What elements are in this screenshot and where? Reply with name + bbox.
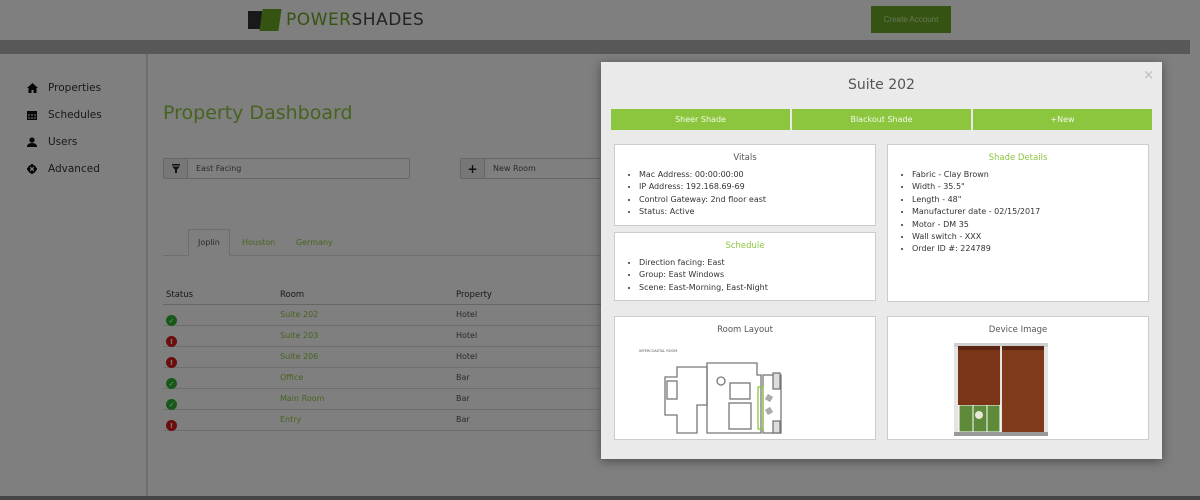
- shade-detail-item: Length - 48": [912, 194, 1148, 206]
- device-image-title: Device Image: [988, 325, 1048, 335]
- device-image-card: Device Image: [887, 316, 1149, 440]
- vitals-item: Status: Active: [639, 206, 875, 218]
- roller-shade-image: [954, 343, 1048, 436]
- shade-detail-item: Motor - DM 35: [912, 219, 1148, 231]
- add-new-shade-button[interactable]: +New: [973, 109, 1152, 130]
- floor-plan-label: INTERCOASTAL ROOM: [639, 349, 677, 353]
- shade-detail-item: Width - 35.5": [912, 181, 1148, 193]
- shade-detail-item: Manufacturer date - 02/15/2017: [912, 206, 1148, 218]
- tab-sheer-shade[interactable]: Sheer Shade: [611, 109, 792, 130]
- shade-details-title[interactable]: Shade Details: [888, 153, 1148, 163]
- shade-detail-item: Fabric - Clay Brown: [912, 169, 1148, 181]
- room-layout-card: Room Layout INTERCOASTAL ROOM: [614, 316, 876, 440]
- tab-blackout-shade[interactable]: Blackout Shade: [792, 109, 973, 130]
- bottom-edge: [0, 496, 1200, 500]
- floor-plan-image: INTERCOASTAL ROOM: [639, 349, 782, 434]
- shade-detail-item: Order ID #: 224789: [912, 243, 1148, 255]
- schedule-title[interactable]: Schedule: [615, 241, 875, 251]
- modal-title: Suite 202: [848, 77, 915, 93]
- shade-detail-item: Wall switch - XXX: [912, 231, 1148, 243]
- vitals-title: Vitals: [733, 153, 757, 163]
- room-layout-title: Room Layout: [717, 325, 773, 335]
- shade-details-card: Shade Details Fabric - Clay Brown Width …: [887, 144, 1149, 302]
- schedule-card: Schedule Direction facing: East Group: E…: [614, 232, 876, 301]
- vitals-item: Control Gateway: 2nd floor east: [639, 194, 875, 206]
- shade-tabs: Sheer Shade Blackout Shade +New: [611, 109, 1152, 130]
- schedule-item: Direction facing: East: [639, 257, 875, 269]
- vitals-item: IP Address: 192.168.69-69: [639, 181, 875, 193]
- schedule-item: Group: East Windows: [639, 269, 875, 281]
- schedule-item: Scene: East-Morning, East-Night: [639, 282, 875, 294]
- room-detail-modal: Suite 202 × Sheer Shade Blackout Shade +…: [601, 62, 1162, 459]
- close-icon[interactable]: ×: [1143, 68, 1154, 83]
- vitals-card: Vitals Mac Address: 00:00:00:00 IP Addre…: [614, 144, 876, 226]
- vitals-item: Mac Address: 00:00:00:00: [639, 169, 875, 181]
